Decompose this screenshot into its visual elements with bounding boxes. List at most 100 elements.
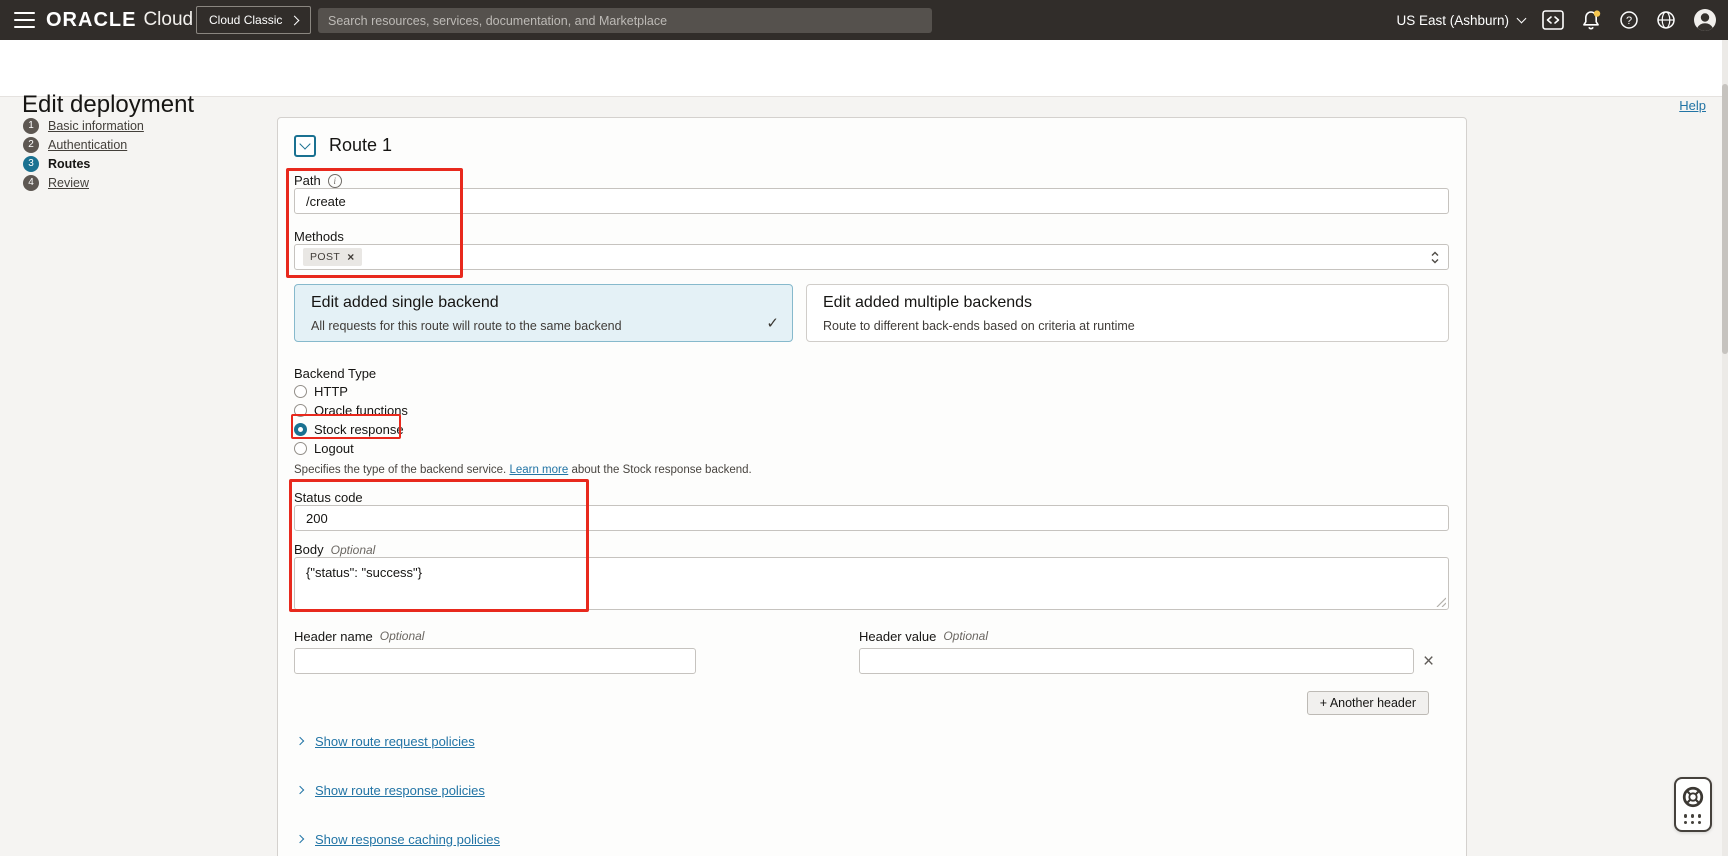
svg-text:?: ? (1626, 15, 1632, 27)
route-panel: Route 1 Path i Methods POST × Edit added… (277, 117, 1467, 856)
oracle-cloud-logo[interactable]: ORACLE Cloud (46, 0, 193, 40)
radio-logout[interactable]: Logout (294, 439, 1449, 457)
multiple-backends-card[interactable]: Edit added multiple backends Route to di… (806, 284, 1449, 342)
dev-console-icon[interactable] (1542, 10, 1564, 30)
cloud-wordmark: Cloud (143, 9, 193, 31)
notifications-bell-icon[interactable] (1581, 9, 1602, 31)
optional-hint: Optional (380, 629, 425, 643)
another-header-row: + Another header (294, 691, 1449, 715)
show-response-caching-policies-link[interactable]: Show response caching policies (315, 832, 500, 847)
check-icon: ✓ (766, 314, 779, 332)
help-icon[interactable]: ? (1619, 10, 1639, 30)
radio-circle-selected[interactable] (294, 423, 307, 436)
region-label: US East (Ashburn) (1396, 13, 1509, 28)
page-header: Edit deployment Help (0, 40, 1728, 97)
remove-header-icon[interactable]: × (1423, 652, 1434, 671)
step-number: 2 (23, 137, 39, 153)
status-code-label: Status code (294, 490, 1449, 505)
oracle-cloud-console: ORACLE Cloud Cloud Classic US East (Ashb… (0, 0, 1728, 856)
backend-type-helper: Specifies the type of the backend servic… (294, 464, 1449, 476)
life-ring-icon (1681, 785, 1705, 809)
methods-select[interactable]: POST × (294, 244, 1449, 270)
backend-type-label: Backend Type (294, 366, 1449, 381)
step-label[interactable]: Basic information (48, 119, 144, 133)
select-spinner-icon (1430, 250, 1440, 265)
route-response-policies-row: Show route response policies (294, 782, 1449, 798)
chevron-right-icon (290, 15, 300, 25)
scrollbar-track[interactable] (1722, 40, 1728, 856)
oracle-wordmark: ORACLE (46, 9, 136, 32)
method-chip-label: POST (310, 251, 340, 263)
card-title: Edit added single backend (311, 294, 776, 312)
help-link[interactable]: Help (1679, 98, 1706, 113)
user-avatar[interactable] (1693, 8, 1717, 32)
header-value-label: Header value Optional (859, 630, 1414, 642)
status-code-input[interactable] (294, 505, 1449, 531)
step-routes: 3 Routes (23, 154, 144, 173)
card-subtitle: Route to different back-ends based on cr… (823, 319, 1432, 333)
search-input[interactable] (328, 14, 922, 28)
support-widget[interactable] (1674, 777, 1712, 832)
show-route-response-policies-link[interactable]: Show route response policies (315, 783, 485, 798)
step-number: 3 (23, 156, 39, 172)
remove-method-icon[interactable]: × (347, 251, 354, 263)
chevron-down-icon (299, 138, 310, 149)
response-caching-policies-row: Show response caching policies (294, 831, 1449, 847)
header-name-input[interactable] (294, 648, 696, 674)
cloud-classic-label: Cloud Classic (209, 13, 282, 27)
optional-hint: Optional (943, 629, 988, 643)
radio-oracle-functions[interactable]: Oracle functions (294, 401, 1449, 419)
single-backend-card[interactable]: Edit added single backend All requests f… (294, 284, 793, 342)
chevron-right-icon[interactable] (296, 786, 304, 794)
body-field-wrap: {"status": "success"} (294, 557, 1449, 610)
topbar: ORACLE Cloud Cloud Classic US East (Ashb… (0, 0, 1728, 40)
menu-icon[interactable] (14, 12, 35, 28)
response-header-row: Header name Optional Header value Option… (294, 630, 1449, 674)
backend-mode-cards: Edit added single backend All requests f… (294, 284, 1449, 342)
path-label: Path i (294, 173, 1449, 188)
another-header-button[interactable]: + Another header (1307, 691, 1429, 715)
chevron-right-icon[interactable] (296, 737, 304, 745)
step-label[interactable]: Authentication (48, 138, 127, 152)
step-label: Routes (48, 157, 90, 171)
region-selector[interactable]: US East (Ashburn) (1396, 13, 1525, 28)
scrollbar-thumb[interactable] (1722, 84, 1728, 354)
card-subtitle: All requests for this route will route t… (311, 319, 776, 333)
page-title: Edit deployment (22, 91, 194, 119)
drag-dots-icon (1684, 814, 1702, 824)
card-title: Edit added multiple backends (823, 294, 1432, 312)
body-label: Body Optional (294, 542, 1449, 557)
header-value-col: Header value Optional (859, 630, 1414, 674)
step-basic-information[interactable]: 1 Basic information (23, 116, 144, 135)
topbar-actions: US East (Ashburn) ? (1396, 0, 1717, 40)
optional-hint: Optional (331, 543, 376, 557)
route-request-policies-row: Show route request policies (294, 733, 1449, 749)
step-authentication[interactable]: 2 Authentication (23, 135, 144, 154)
step-review[interactable]: 4 Review (23, 173, 144, 192)
info-icon[interactable]: i (328, 174, 342, 188)
radio-circle[interactable] (294, 404, 307, 417)
language-globe-icon[interactable] (1656, 10, 1676, 30)
route-header: Route 1 (294, 134, 1449, 157)
header-value-input[interactable] (859, 648, 1414, 674)
chevron-down-icon (1517, 14, 1527, 24)
show-route-request-policies-link[interactable]: Show route request policies (315, 734, 475, 749)
path-input[interactable] (294, 188, 1449, 214)
header-name-label: Header name Optional (294, 630, 696, 642)
radio-stock-response[interactable]: Stock response (294, 420, 1449, 438)
chevron-right-icon[interactable] (296, 835, 304, 843)
radio-circle[interactable] (294, 385, 307, 398)
radio-circle[interactable] (294, 442, 307, 455)
step-label[interactable]: Review (48, 176, 89, 190)
global-search (318, 8, 932, 33)
methods-label: Methods (294, 229, 1449, 244)
step-number: 1 (23, 118, 39, 134)
collapse-route-button[interactable] (294, 135, 316, 157)
learn-more-link[interactable]: Learn more (509, 464, 568, 476)
body-textarea[interactable]: {"status": "success"} (294, 557, 1449, 610)
policy-links: Show route request policies Show route r… (294, 733, 1449, 847)
step-number: 4 (23, 175, 39, 191)
radio-http[interactable]: HTTP (294, 382, 1449, 400)
route-title: Route 1 (329, 135, 392, 156)
cloud-classic-button[interactable]: Cloud Classic (196, 6, 311, 34)
